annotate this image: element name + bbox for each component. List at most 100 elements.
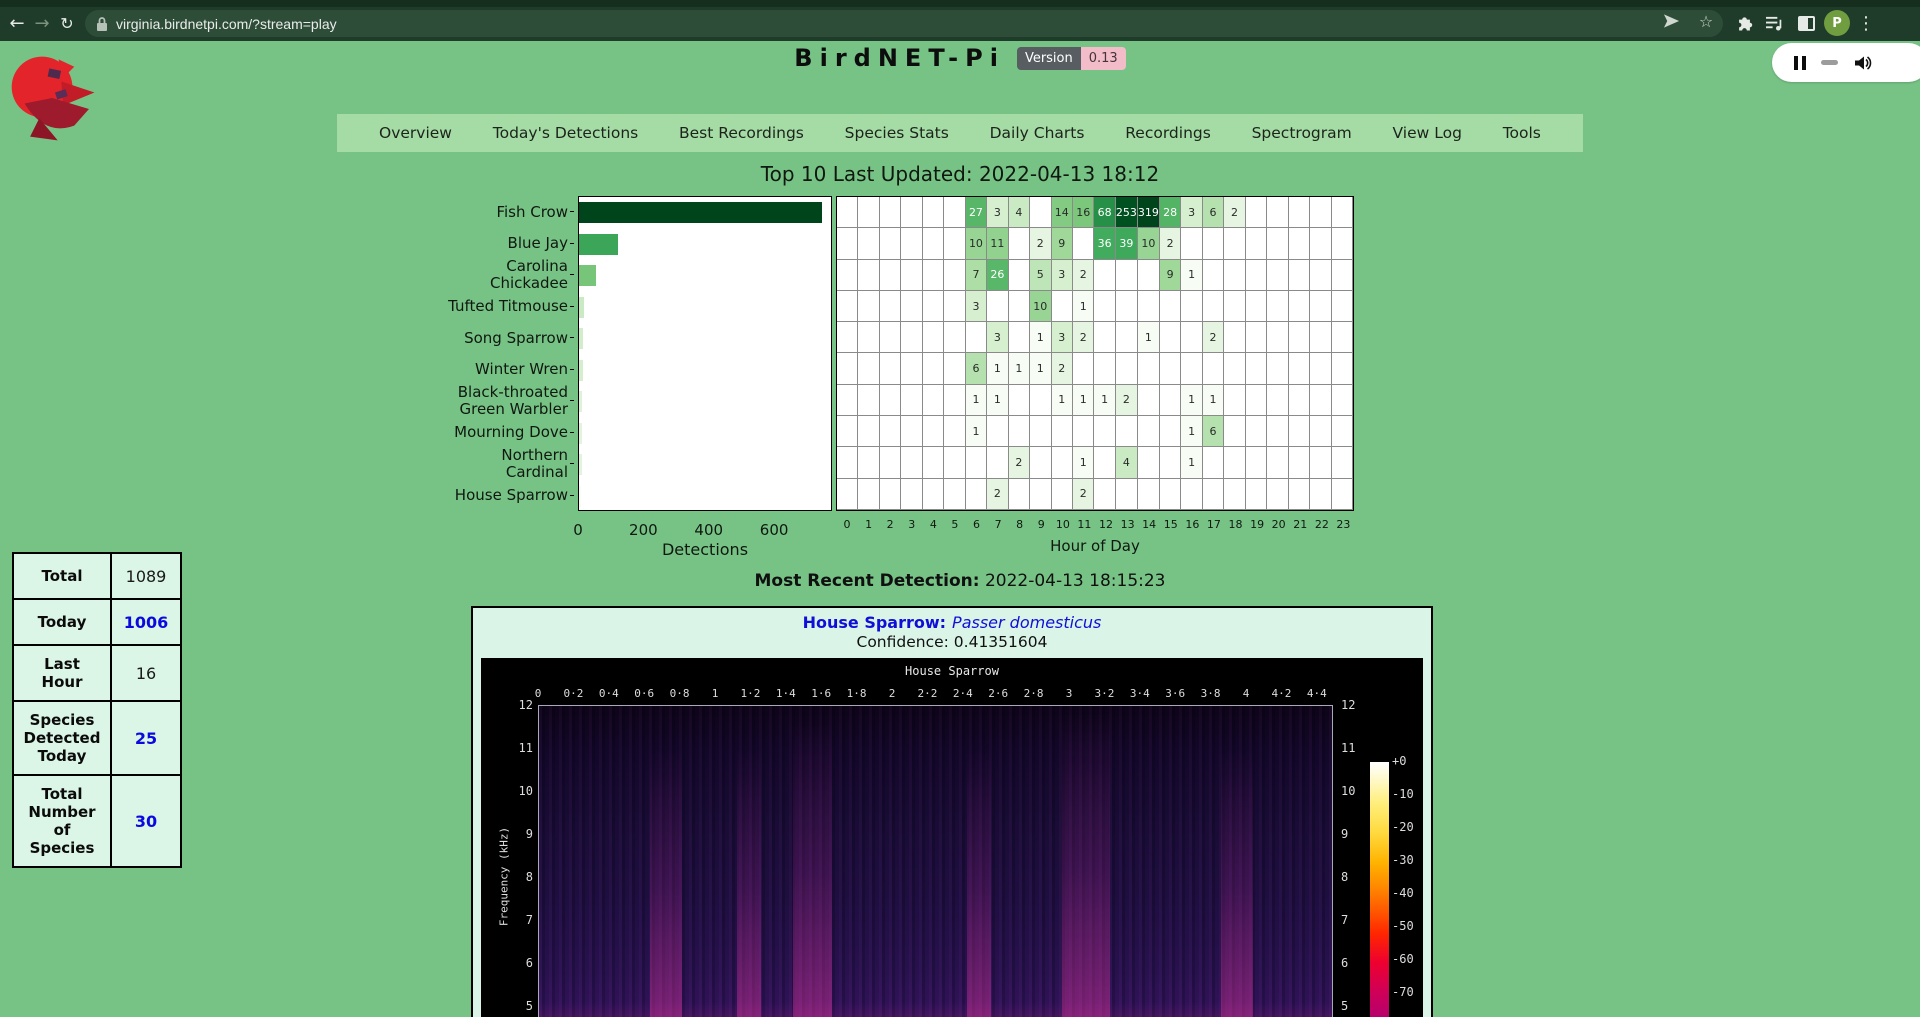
- back-icon[interactable]: ←: [4, 11, 30, 37]
- heatmap-cell: 14: [1052, 197, 1073, 228]
- nav-bar: Overview Today's Detections Best Recording…: [337, 114, 1583, 152]
- heatmap-cell: [1289, 228, 1310, 259]
- side-panel-icon[interactable]: [1794, 11, 1818, 35]
- url-bar[interactable]: virginia.birdnetpi.com/?stream=play: [85, 10, 1723, 37]
- profile-avatar[interactable]: P: [1824, 10, 1850, 36]
- stats-value-last-hour: 16: [111, 645, 181, 701]
- heatmap-cell: [1310, 353, 1331, 384]
- colorbar: [1370, 762, 1389, 1017]
- detections-bar: [579, 454, 582, 475]
- heatmap-cell: [944, 228, 965, 259]
- heatmap-cell: [1224, 228, 1245, 259]
- heatmap-cell: [1160, 353, 1181, 384]
- stats-label-total-number-of-species: Total Number of Species: [13, 775, 111, 867]
- playlist-icon[interactable]: [1762, 11, 1786, 35]
- heatmap-cell: [1289, 416, 1310, 447]
- nav-item-today-s-detections[interactable]: Today's Detections: [493, 124, 638, 142]
- reload-icon[interactable]: ↻: [54, 11, 80, 37]
- heatmap-cell: [1030, 385, 1051, 416]
- heatmap-cell: [1289, 447, 1310, 478]
- heatmap-cell: 2: [1030, 228, 1051, 259]
- spectrogram-image: House Sparrow Frequency (kHz) 00·20·40·6…: [481, 658, 1423, 1017]
- time-axis-tick: 1·4: [768, 687, 804, 700]
- heatmap-cell: [837, 322, 858, 353]
- heatmap-cell: 39: [1116, 228, 1138, 259]
- heatmap-cell: [1289, 197, 1310, 228]
- heatmap-cell: [944, 197, 965, 228]
- spectrogram-streak: [1221, 748, 1253, 1017]
- heatmap-cell: [880, 197, 901, 228]
- nav-item-view-log[interactable]: View Log: [1393, 124, 1462, 142]
- heatmap-cell: 6: [1203, 416, 1224, 447]
- heatmap-cell: [1116, 353, 1138, 384]
- heatmap-cell: 11: [987, 228, 1008, 259]
- heatmap-cell: [966, 447, 987, 478]
- stats-value-total-number-of-species[interactable]: 30: [111, 775, 181, 867]
- heatmap-cell: [1267, 479, 1288, 510]
- url-text[interactable]: virginia.birdnetpi.com/?stream=play: [116, 16, 337, 32]
- heatmap-cell: [1116, 416, 1138, 447]
- heatmap-cell: 3: [966, 291, 987, 322]
- extensions-icon[interactable]: [1732, 11, 1756, 35]
- send-icon[interactable]: [1662, 12, 1680, 30]
- time-axis-tick: 4·2: [1263, 687, 1299, 700]
- species-label-fish-crow: Fish Crow: [460, 196, 574, 228]
- most-recent-label: Most Recent Detection:: [754, 571, 979, 591]
- bar-axis-title: Detections: [578, 540, 832, 559]
- nav-item-spectrogram[interactable]: Spectrogram: [1252, 124, 1352, 142]
- version-value: 0.13: [1081, 47, 1126, 70]
- spectrogram-streak: [737, 748, 761, 1017]
- heatmap-cell: [923, 291, 944, 322]
- heatmap-cell: [923, 197, 944, 228]
- heatmap-cell: [1310, 197, 1331, 228]
- stats-value-today[interactable]: 1006: [111, 599, 181, 645]
- nav-item-daily-charts[interactable]: Daily Charts: [990, 124, 1085, 142]
- species-label-house-sparrow: House Sparrow: [460, 480, 574, 512]
- heatmap-cell: [1203, 447, 1224, 478]
- heatmap-cell: [1181, 353, 1202, 384]
- time-axis-tick: 2: [874, 687, 910, 700]
- colorbar-tick: -70: [1392, 985, 1432, 999]
- heatmap-cell: 1: [987, 385, 1008, 416]
- heatmap-cell: 1: [1181, 260, 1202, 291]
- heatmap-cell: [1267, 291, 1288, 322]
- heatmap-cell: [1246, 447, 1267, 478]
- heatmap-cell: [880, 385, 901, 416]
- heatmap-cell: 1: [1181, 385, 1202, 416]
- nav-item-species-stats[interactable]: Species Stats: [845, 124, 949, 142]
- browser-toolbar: ← → ↻ virginia.birdnetpi.com/?stream=pla…: [0, 7, 1920, 41]
- heatmap-cell: 4: [1009, 197, 1030, 228]
- stats-value-species-detected-today[interactable]: 25: [111, 701, 181, 775]
- heatmap-cell: 1: [1030, 322, 1051, 353]
- menu-kebab-icon[interactable]: ⋮: [1854, 11, 1878, 35]
- nav-item-tools[interactable]: Tools: [1503, 124, 1541, 142]
- freq-axis-tick-left: 12: [493, 698, 533, 712]
- forward-icon[interactable]: →: [29, 11, 55, 37]
- nav-item-best-recordings[interactable]: Best Recordings: [679, 124, 804, 142]
- nav-item-overview[interactable]: Overview: [379, 124, 452, 142]
- hour-axis-tick: 1: [858, 518, 880, 531]
- detections-bar: [579, 360, 583, 381]
- detections-bar: [579, 328, 583, 349]
- species-label-black-throated-green-warbler: Black-throated Green Warbler: [460, 385, 574, 417]
- heatmap-cell: [858, 447, 879, 478]
- heatmap-cell: [1332, 322, 1353, 353]
- hour-axis-tick: 7: [987, 518, 1009, 531]
- heatmap-cell: [1224, 322, 1245, 353]
- heatmap-cell: [966, 322, 987, 353]
- heatmap-cell: [1332, 228, 1353, 259]
- freq-axis-tick-right: 12: [1341, 698, 1381, 712]
- heatmap-cell: [1267, 228, 1288, 259]
- stats-label-last-hour: Last Hour: [13, 645, 111, 701]
- bookmark-star-icon[interactable]: ☆: [1697, 12, 1715, 30]
- heatmap-cell: [1246, 479, 1267, 510]
- heatmap-cell: [1310, 385, 1331, 416]
- species-label-mourning-dove: Mourning Dove: [460, 417, 574, 449]
- nav-item-recordings[interactable]: Recordings: [1125, 124, 1211, 142]
- heatmap-cell: 68: [1094, 197, 1115, 228]
- heatmap-cell: [944, 291, 965, 322]
- heatmap-cell: [987, 291, 1008, 322]
- heatmap-cell: [858, 291, 879, 322]
- heatmap-cell: [1203, 353, 1224, 384]
- heatmap-cell: 1: [1181, 416, 1202, 447]
